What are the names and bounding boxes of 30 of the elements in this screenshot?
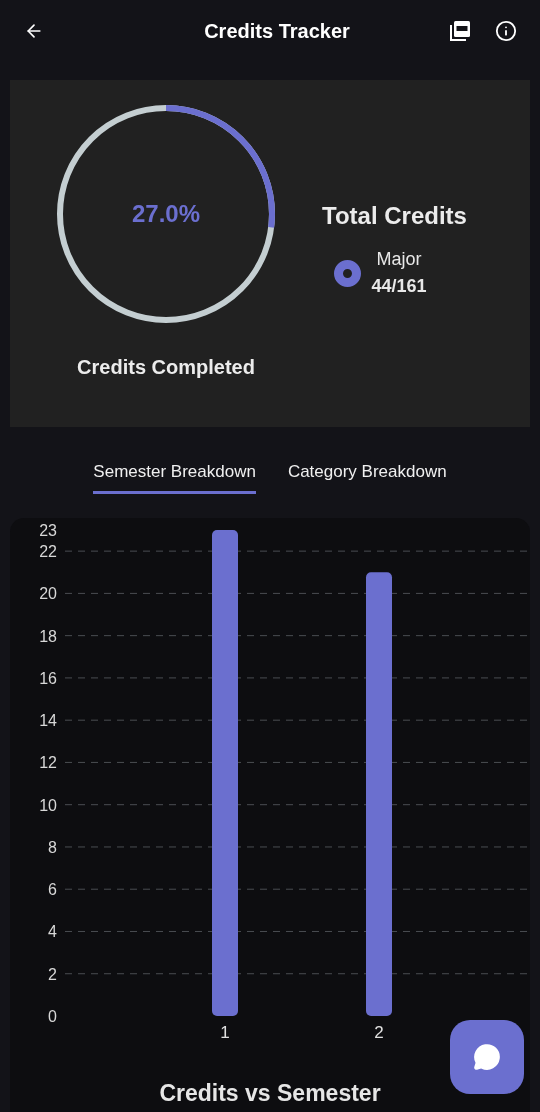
y-tick-label: 22 xyxy=(39,542,57,560)
y-tick-label: 12 xyxy=(39,753,57,771)
legend-title: Total Credits xyxy=(322,201,467,231)
y-tick-label: 18 xyxy=(39,627,57,645)
tab[interactable]: Category Breakdown xyxy=(287,459,447,494)
chat-button[interactable] xyxy=(450,1020,524,1094)
y-tick-label: 16 xyxy=(39,669,57,687)
y-tick-label: 8 xyxy=(48,838,57,856)
info-button[interactable] xyxy=(494,19,518,43)
page-title: Credits Tracker xyxy=(204,19,350,44)
chat-bubble-icon xyxy=(473,1043,501,1071)
y-tick-label: 2 xyxy=(48,965,57,983)
tab[interactable]: Semester Breakdown xyxy=(93,459,256,494)
progress-caption: Credits Completed xyxy=(77,355,255,380)
chart-title: Credits vs Semester xyxy=(159,1078,381,1108)
y-tick-label: 14 xyxy=(39,711,57,729)
x-tick-label: 2 xyxy=(374,1022,384,1042)
y-tick-label: 0 xyxy=(48,1007,57,1025)
info-icon xyxy=(495,20,517,42)
pdf-button[interactable] xyxy=(448,19,472,43)
legend-label: Major xyxy=(376,248,422,271)
y-tick-label: 6 xyxy=(48,880,57,898)
x-tick-label: 1 xyxy=(220,1022,230,1042)
progress-percent: 27.0% xyxy=(131,199,201,229)
y-tick-label: 23 xyxy=(39,521,57,539)
pdf-icon xyxy=(449,20,471,42)
legend-value: 44/161 xyxy=(371,275,427,298)
y-tick-label: 4 xyxy=(48,923,57,940)
y-tick-label: 20 xyxy=(39,584,57,602)
y-tick-label: 10 xyxy=(39,796,57,814)
